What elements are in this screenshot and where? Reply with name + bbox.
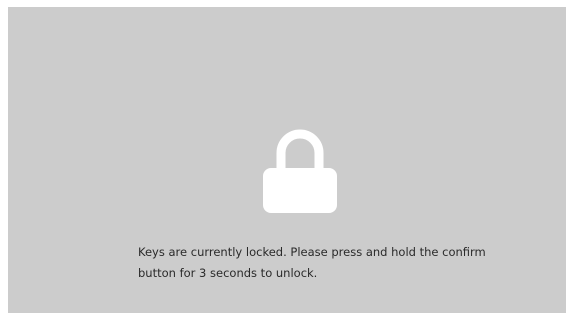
lock-message: Keys are currently locked. Please press … — [138, 242, 538, 284]
padlock-icon — [261, 119, 339, 215]
lock-screen: Keys are currently locked. Please press … — [8, 7, 566, 313]
lock-message-line-2: button for 3 seconds to unlock. — [138, 266, 318, 280]
lock-message-line-1: Keys are currently locked. Please press … — [138, 245, 486, 259]
